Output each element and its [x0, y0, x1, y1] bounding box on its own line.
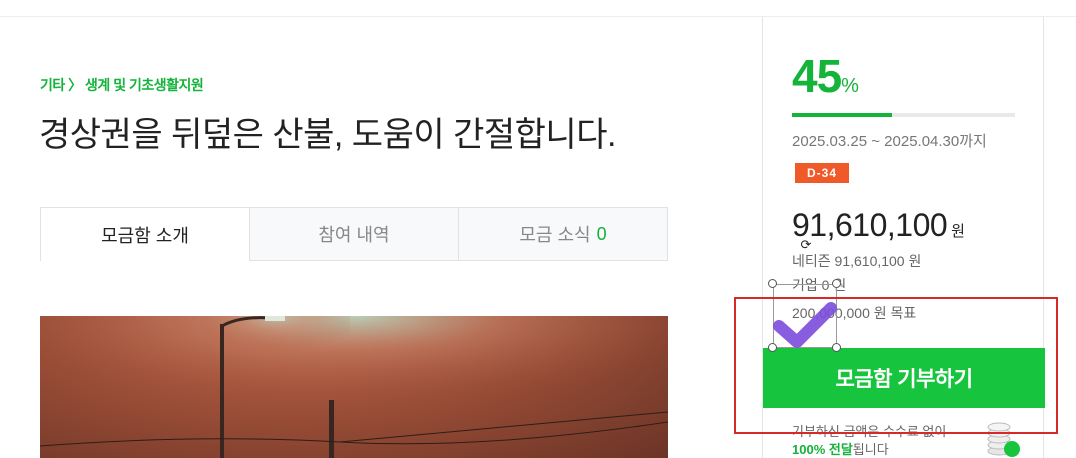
amount-unit: 원 [951, 223, 965, 240]
percent-value: 45 [792, 50, 842, 102]
tab-participation[interactable]: 참여 내역 [250, 207, 459, 261]
total-amount-value: 91,610,100 [792, 207, 948, 243]
fee-note-line1: 기부하신 금액은 수수료 없이 [792, 424, 947, 439]
fee-note-end: 됩니다 [852, 442, 889, 457]
news-count: 0 [596, 223, 607, 244]
progress-percent: 45% [792, 49, 859, 103]
donate-button[interactable]: 모금함 기부하기 [763, 348, 1045, 408]
campaign-photo [40, 316, 668, 458]
fee-note: 기부하신 금액은 수수료 없이 100% 전달됩니다 [792, 423, 946, 458]
progress-bar [792, 113, 1015, 117]
tab-introduction[interactable]: 모금함 소개 [40, 207, 250, 261]
campaign-title: 경상권을 뒤덮은 산불, 도움이 간절합니다. [39, 116, 616, 154]
coins-icon [987, 422, 1020, 457]
resize-handle-top-right[interactable] [832, 279, 841, 288]
progress-bar-fill [792, 113, 893, 117]
dday-badge: D-34 [795, 163, 849, 183]
campaign-main: 기타 〉 생계 및 기초생활지원 경상권을 뒤덮은 산불, 도움이 간절합니다.… [0, 17, 762, 458]
campaign-category[interactable]: 기타 〉 생계 및 기초생활지원 [40, 75, 204, 95]
percent-sign: % [841, 75, 859, 97]
tab-news[interactable]: 모금 소식 0 [459, 207, 668, 261]
checkmark-icon[interactable] [773, 300, 837, 348]
period-dates: 2025.03.25 ~ 2025.04.30 [792, 133, 960, 150]
campaign-period: 2025.03.25 ~ 2025.04.30까지 [792, 130, 987, 151]
rotate-handle[interactable]: ⟳ [797, 236, 815, 254]
tab-label: 모금 소식 [519, 225, 591, 245]
total-amount: 91,610,100 원 [792, 207, 965, 244]
netizen-amount: 네티즌 91,610,100 원 [792, 253, 922, 269]
period-suffix: 까지 [959, 133, 987, 150]
tab-label: 모금함 소개 [101, 225, 189, 246]
streetlight-scene [40, 316, 668, 458]
resize-handle-top-left[interactable] [768, 279, 777, 288]
tab-label: 참여 내역 [318, 225, 390, 245]
campaign-tabs: 모금함 소개 참여 내역 모금 소식 0 [40, 207, 668, 261]
fee-note-highlight: 100% 전달 [792, 442, 853, 457]
top-header-strip [0, 0, 1076, 17]
